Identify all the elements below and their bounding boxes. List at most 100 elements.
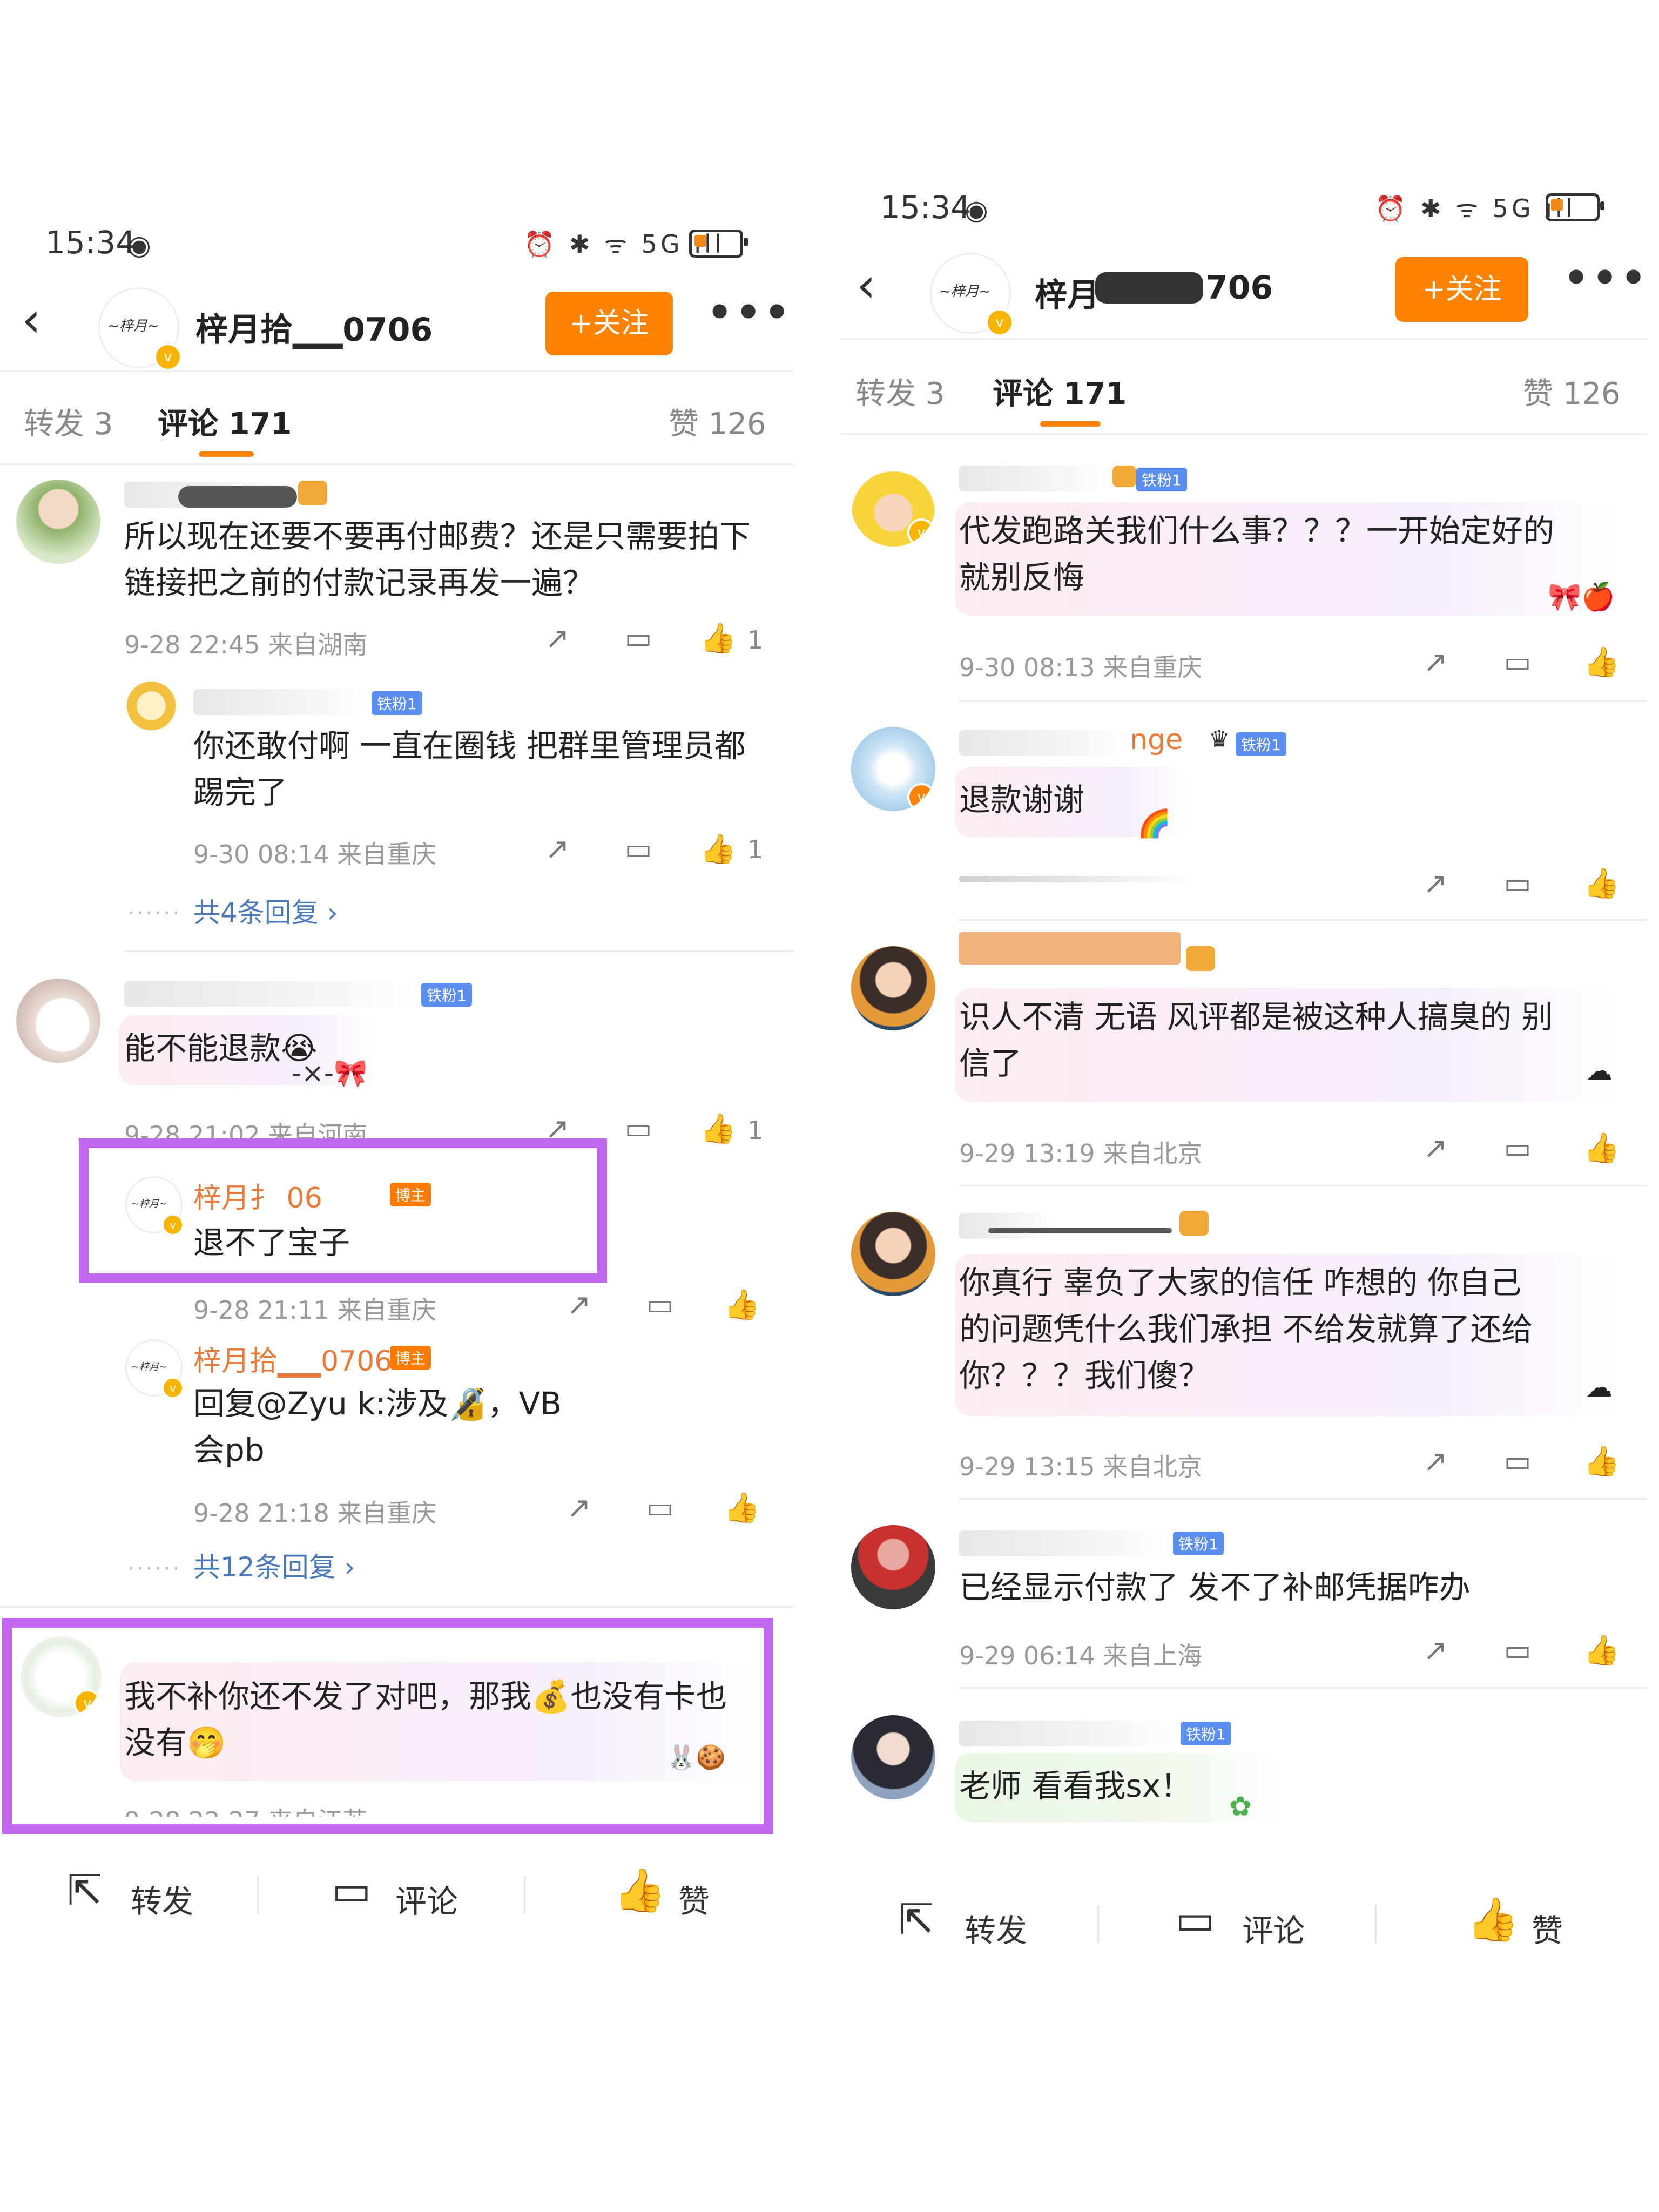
commenter-name-masked — [959, 1213, 1056, 1239]
comment-icon[interactable]: ▭ — [643, 1287, 677, 1322]
header-divider — [0, 370, 794, 372]
share-icon[interactable]: ↗ — [1418, 866, 1453, 901]
comment-text: 你真行 辜负了大家的信任 咋想的 你自己 的问题凭什么我们承担 不给发就算了还给… — [959, 1264, 1533, 1394]
bottom-comment-button[interactable]: 评论 — [1242, 1905, 1305, 1951]
avatar-logo-script: ~梓月~ — [939, 284, 991, 300]
comment-icon[interactable]: ▭ — [1175, 1896, 1215, 1944]
comment-text: 识人不清 无语 风评都是被这种人搞臭的 别 信了 — [959, 999, 1553, 1082]
share-icon[interactable]: ⇱ — [899, 1896, 934, 1944]
commenter-avatar[interactable] — [851, 1715, 935, 1799]
reply-author[interactable]: 梓月扌 06 — [193, 1175, 322, 1216]
more-icon[interactable]: ••• — [705, 289, 791, 338]
bottom-separator — [257, 1876, 259, 1914]
status-time: 15:34 — [45, 224, 136, 261]
share-icon[interactable]: ↗ — [1418, 645, 1453, 679]
commenter-avatar[interactable] — [851, 1525, 935, 1609]
comment-text: 退款谢谢 — [959, 781, 1085, 818]
fan-badge: 铁粉1 — [1181, 1722, 1231, 1745]
comment-icon[interactable]: ▭ — [621, 1111, 656, 1146]
like-icon[interactable]: 👍 — [1583, 645, 1620, 679]
share-icon[interactable]: ↗ — [1418, 1131, 1453, 1165]
commenter-name-masked — [959, 466, 1110, 491]
share-icon[interactable]: ↗ — [1418, 1633, 1453, 1668]
comment-icon[interactable]: ▭ — [332, 1866, 372, 1915]
bottom-comment-button[interactable]: 评论 — [395, 1876, 458, 1921]
commenter-name-tail[interactable]: nge — [1130, 724, 1183, 756]
share-icon[interactable]: ⇱ — [67, 1866, 102, 1915]
bottom-like-button[interactable]: 赞 — [678, 1876, 710, 1921]
blogger-name-prefix[interactable]: 梓月 — [1035, 269, 1100, 316]
tab-active-indicator — [199, 451, 254, 457]
share-icon[interactable]: ↗ — [540, 832, 575, 866]
comment-icon[interactable]: ▭ — [1500, 1444, 1535, 1479]
commenter-name-masked — [124, 981, 421, 1007]
tab-reposts[interactable]: 转发 3 — [855, 369, 945, 413]
commenter-avatar[interactable]: v — [21, 1636, 102, 1717]
like-icon[interactable]: 👍 — [700, 1111, 736, 1146]
like-icon[interactable]: 👍 — [1583, 1444, 1620, 1479]
follow-button[interactable]: +关注 — [545, 292, 673, 355]
reply-avatar[interactable] — [124, 682, 178, 736]
tab-comments[interactable]: 评论 171 — [993, 369, 1127, 413]
reply-meta: 9-30 08:14 来自重庆 — [193, 840, 437, 869]
blogger-name[interactable]: 梓月拾▁▁0706 — [195, 304, 433, 350]
comment-icon[interactable]: ▭ — [1500, 645, 1535, 679]
comment-icon[interactable]: ▭ — [621, 832, 656, 866]
comment-icon[interactable]: ▭ — [1500, 1633, 1535, 1668]
follow-button[interactable]: +关注 — [1395, 257, 1528, 322]
like-count: 1 — [747, 1116, 764, 1145]
sticker-decoration-icon: 🐰🍪 — [666, 1744, 726, 1771]
back-arrow-icon[interactable]: ‹ — [22, 292, 41, 348]
like-icon[interactable]: 👍 — [1583, 1131, 1620, 1165]
comment-icon[interactable]: ▭ — [643, 1491, 677, 1525]
back-arrow-icon[interactable]: ‹ — [857, 257, 876, 314]
blogger-name-suffix[interactable]: 706 — [1205, 269, 1273, 307]
commenter-avatar[interactable] — [16, 979, 100, 1063]
like-icon[interactable]: 👍 — [700, 621, 736, 656]
reply-meta: 9-28 21:18 来自重庆 — [193, 1499, 437, 1528]
more-icon[interactable]: ••• — [1562, 254, 1648, 303]
tab-comments[interactable]: 评论 171 — [158, 400, 292, 443]
share-icon[interactable]: ↗ — [540, 621, 575, 656]
comment-icon[interactable]: ▭ — [1500, 866, 1535, 901]
share-icon[interactable]: ↗ — [562, 1491, 596, 1525]
commenter-avatar[interactable] — [851, 1212, 935, 1296]
comment-divider — [959, 1185, 1647, 1186]
bottom-like-button[interactable]: 赞 — [1532, 1905, 1563, 1951]
verified-badge-icon: v — [154, 343, 182, 371]
comment-text: 所以现在还要不要再付邮费？还是只需要拍下 链接把之前的付款记录再发一遍？ — [124, 518, 751, 601]
commenter-name-masked — [959, 932, 1181, 965]
tab-likes[interactable]: 赞 126 — [669, 400, 766, 443]
bottom-repost-button[interactable]: 转发 — [131, 1876, 193, 1921]
commenter-avatar[interactable] — [851, 946, 935, 1030]
share-icon[interactable]: ↗ — [562, 1287, 596, 1322]
share-icon[interactable]: ↗ — [1418, 1444, 1453, 1479]
bottom-repost-button[interactable]: 转发 — [965, 1905, 1027, 1951]
avatar-logo-script: ~梓月~ — [131, 1361, 167, 1373]
like-icon[interactable]: 👍 — [1467, 1896, 1519, 1945]
tab-reposts[interactable]: 转发 3 — [24, 400, 113, 443]
comment-icon[interactable]: ▭ — [1500, 1131, 1535, 1165]
fan-crown-icon — [1112, 466, 1136, 487]
like-icon[interactable]: 👍 — [700, 832, 736, 866]
reply-meta: 9-28 21:11 来自重庆 — [193, 1296, 437, 1325]
comment-text: 老师 看看我sx！ — [959, 1768, 1192, 1804]
comment-icon[interactable]: ▭ — [621, 621, 656, 656]
like-icon[interactable]: 👍 — [1583, 1633, 1620, 1668]
blogger-reply-avatar[interactable]: ~梓月~ v — [125, 1339, 184, 1399]
like-icon[interactable]: 👍 — [724, 1491, 760, 1525]
commenter-avatar[interactable] — [16, 480, 100, 564]
commenter-avatar[interactable]: v — [851, 462, 935, 547]
like-icon[interactable]: 👍 — [724, 1287, 760, 1322]
commenter-avatar[interactable]: v — [851, 727, 935, 811]
like-icon[interactable]: 👍 — [1583, 866, 1620, 901]
blogger-avatar[interactable]: ~梓月~ v — [98, 287, 182, 371]
fan-badge: 铁粉1 — [1136, 468, 1187, 491]
more-replies-link[interactable]: 共4条回复 › — [193, 891, 338, 930]
reply-author[interactable]: 梓月拾▁▁0706 — [193, 1338, 392, 1379]
tab-likes[interactable]: 赞 126 — [1523, 369, 1621, 413]
blogger-reply-avatar[interactable]: ~梓月~ v — [125, 1176, 184, 1236]
more-replies-link[interactable]: 共12条回复 › — [193, 1546, 355, 1584]
like-icon[interactable]: 👍 — [613, 1866, 666, 1916]
blogger-avatar[interactable]: ~梓月~ v — [930, 253, 1014, 336]
